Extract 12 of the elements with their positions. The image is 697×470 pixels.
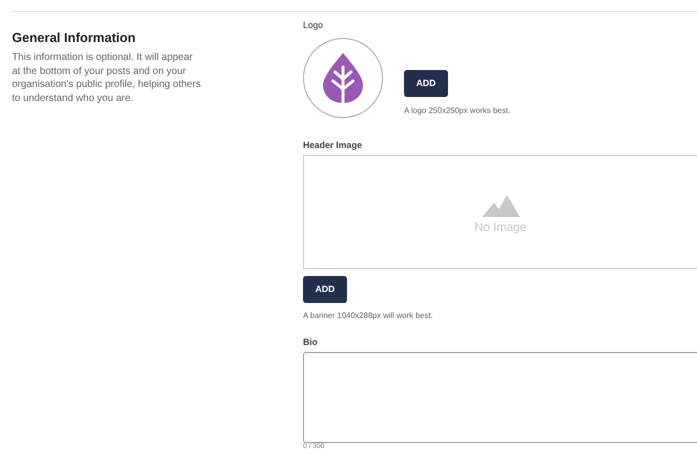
leaf-icon bbox=[323, 53, 363, 103]
mountain-icon bbox=[482, 195, 520, 217]
add-logo-button[interactable]: ADD bbox=[404, 70, 448, 98]
logo-label: Logo bbox=[303, 19, 324, 31]
header-image-label: Header Image bbox=[303, 139, 362, 151]
bio-field[interactable] bbox=[303, 352, 697, 443]
section-description: This information is optional. It will appear at the bottom of your posts and on your organisation's public profile, helping others to understand who you are. bbox=[12, 51, 202, 105]
add-header-button[interactable]: ADD bbox=[303, 276, 347, 303]
header-hint: A banner 1040x288px will work best. bbox=[303, 311, 433, 321]
bio-label: Bio bbox=[303, 336, 318, 348]
logo-hint: A logo 250x250px works best. bbox=[404, 106, 510, 116]
section-title: General Information bbox=[12, 30, 137, 46]
